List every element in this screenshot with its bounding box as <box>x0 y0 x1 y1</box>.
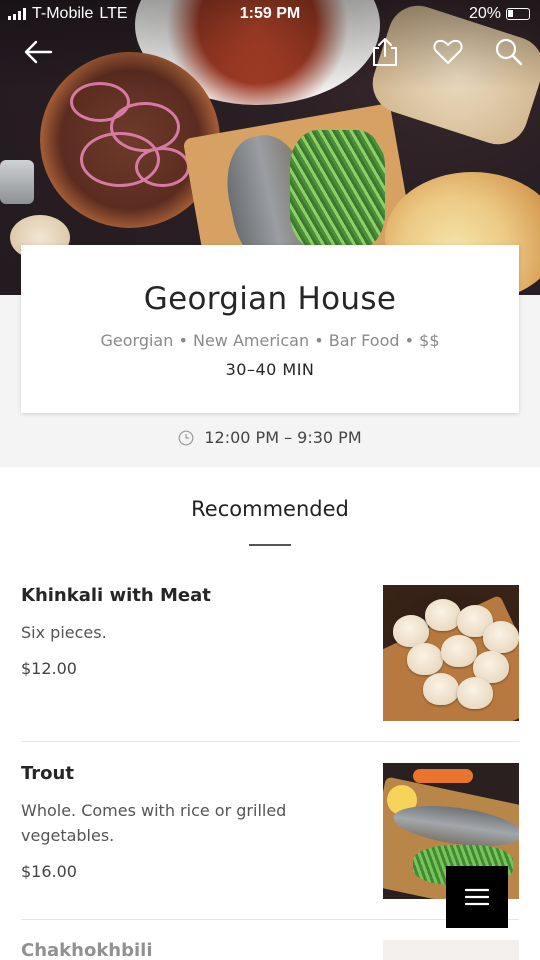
restaurant-name: Georgian House <box>143 281 397 317</box>
status-time: 1:59 PM <box>239 5 301 22</box>
item-divider <box>21 741 519 742</box>
menu-item-description: Six pieces. <box>21 623 107 642</box>
section-underline <box>249 544 291 546</box>
menu-item[interactable]: Trout Whole. Comes with rice or grilled … <box>21 763 519 903</box>
menu-item-image <box>383 940 519 960</box>
menu-item[interactable]: Khinkali with Meat Six pieces. $12.00 <box>21 585 519 725</box>
clock-icon <box>178 430 194 445</box>
menu-item-image <box>383 585 519 721</box>
share-button[interactable] <box>363 30 407 74</box>
opening-hours: 12:00 PM – 9:30 PM <box>0 428 540 447</box>
hamburger-menu-icon <box>465 888 489 906</box>
delivery-eta: 30–40 MIN <box>225 360 315 379</box>
search-icon <box>495 38 523 66</box>
hero-herbs <box>290 130 385 250</box>
heart-icon <box>433 39 463 64</box>
back-arrow-icon <box>24 40 53 64</box>
back-button[interactable] <box>16 30 60 74</box>
search-button[interactable] <box>487 30 531 74</box>
menu-item-description: Whole. Comes with rice or grilled vegeta… <box>21 801 287 845</box>
restaurant-info-card: Georgian House Georgian • New American •… <box>21 245 519 413</box>
section-title-recommended: Recommended <box>191 497 349 521</box>
share-icon <box>373 38 397 66</box>
hours-text: 12:00 PM – 9:30 PM <box>204 428 362 447</box>
menu-item[interactable]: Chakhokhbili <box>21 940 519 960</box>
status-bar: T-Mobile LTE 1:59 PM 20% <box>0 0 540 28</box>
favorite-button[interactable] <box>426 30 470 74</box>
menu-button[interactable] <box>446 866 508 928</box>
battery-icon <box>506 8 530 20</box>
battery-info: 20% <box>469 5 530 23</box>
battery-percent: 20% <box>468 5 501 22</box>
item-divider <box>21 919 519 920</box>
hero-salt-shaker <box>0 160 34 204</box>
restaurant-categories: Georgian • New American • Bar Food • $$ <box>100 331 440 350</box>
